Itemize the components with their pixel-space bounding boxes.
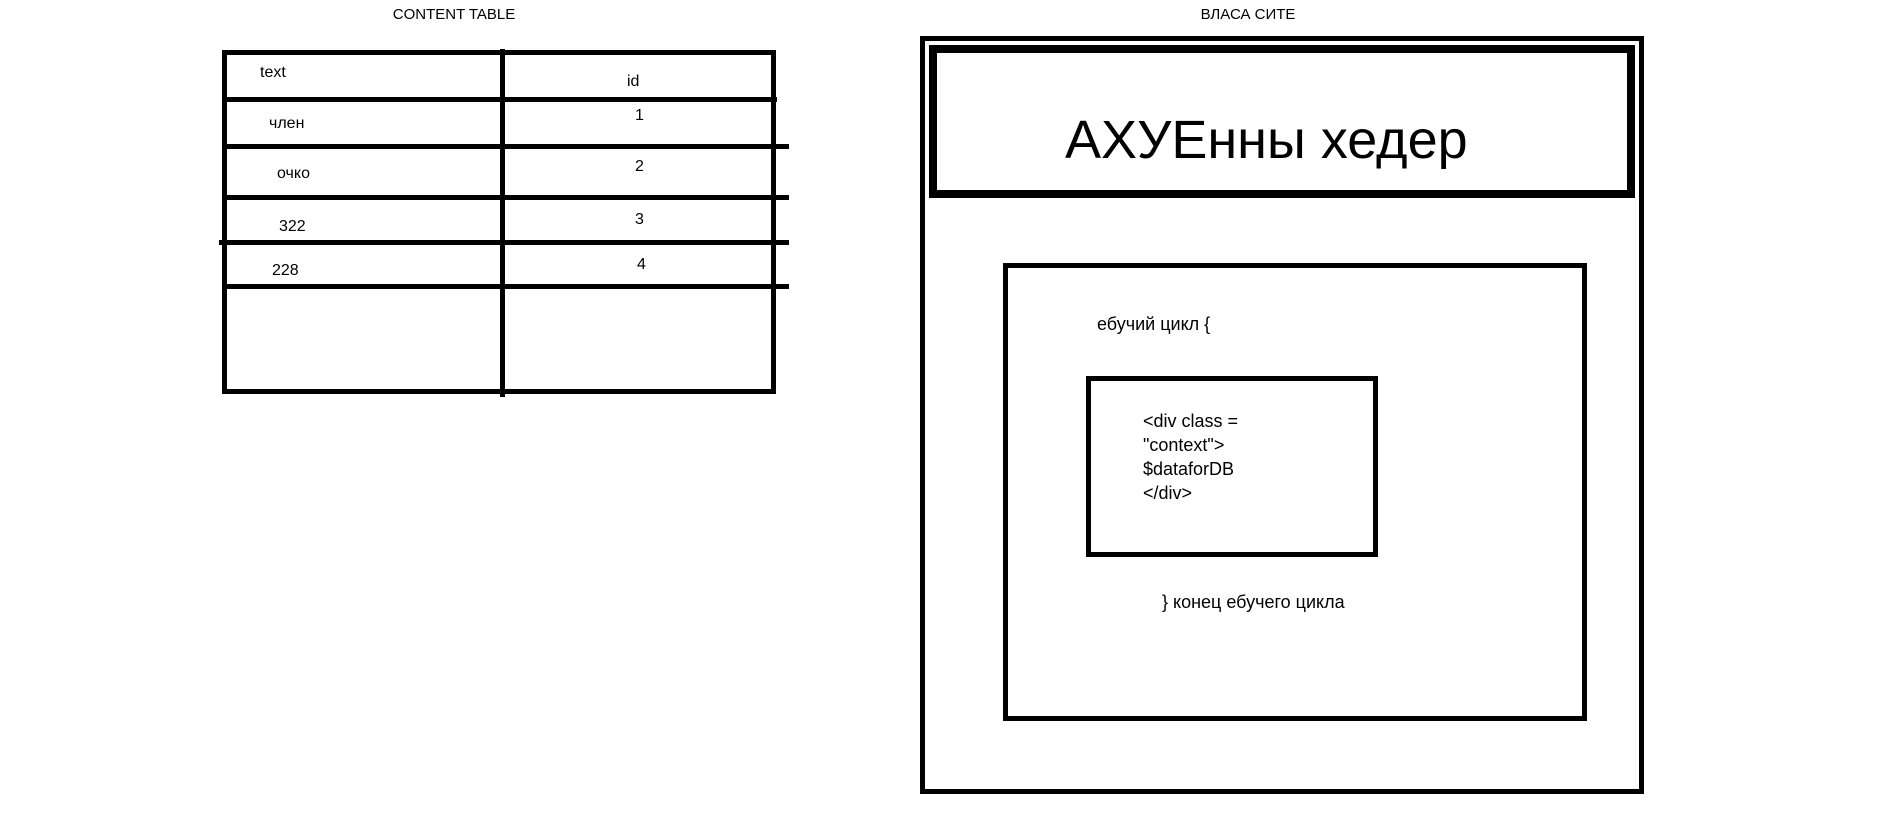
table-cell-id: 2: [635, 158, 644, 175]
table-cell-id: 3: [635, 211, 644, 228]
content-table: text id член 1 очко 2 322 3 228 4: [219, 49, 789, 397]
loop-end-text: } конец ебучего цикла: [1162, 592, 1345, 612]
table-cell-id: 1: [635, 107, 644, 124]
table-cell-text: очко: [277, 165, 310, 182]
row-divider: [219, 240, 789, 245]
content-div-box: <div class = "context"> $dataforDB </div…: [1086, 376, 1378, 557]
code-line: "context">: [1143, 435, 1225, 455]
row-divider: [227, 97, 777, 102]
row-divider: [227, 284, 789, 289]
table-cell-id: 4: [637, 256, 646, 273]
table-cell-text: 322: [279, 218, 306, 235]
code-line: $dataforDB: [1143, 459, 1235, 479]
table-cell-text: член: [269, 115, 305, 132]
loop-container: ебучий цикл { <div class = "context"> $d…: [1003, 263, 1587, 721]
header-cell-text: text: [260, 64, 286, 81]
content-table-title: CONTENT TABLE: [392, 6, 516, 23]
table-cell-text: 228: [272, 262, 299, 279]
header-cell-id: id: [627, 73, 640, 90]
header-text: АХУЕнны хедер: [1065, 110, 1468, 170]
site-header: АХУЕнны хедер: [929, 45, 1635, 198]
code-line: <div class =: [1143, 411, 1239, 431]
loop-start-text: ебучий цикл {: [1097, 314, 1211, 334]
row-divider: [227, 195, 789, 200]
code-line: </div>: [1143, 483, 1193, 503]
site-frame: АХУЕнны хедер ебучий цикл { <div class =…: [920, 36, 1644, 794]
row-divider: [227, 144, 789, 149]
site-title: ВЛАСА СИТЕ: [1200, 6, 1296, 23]
